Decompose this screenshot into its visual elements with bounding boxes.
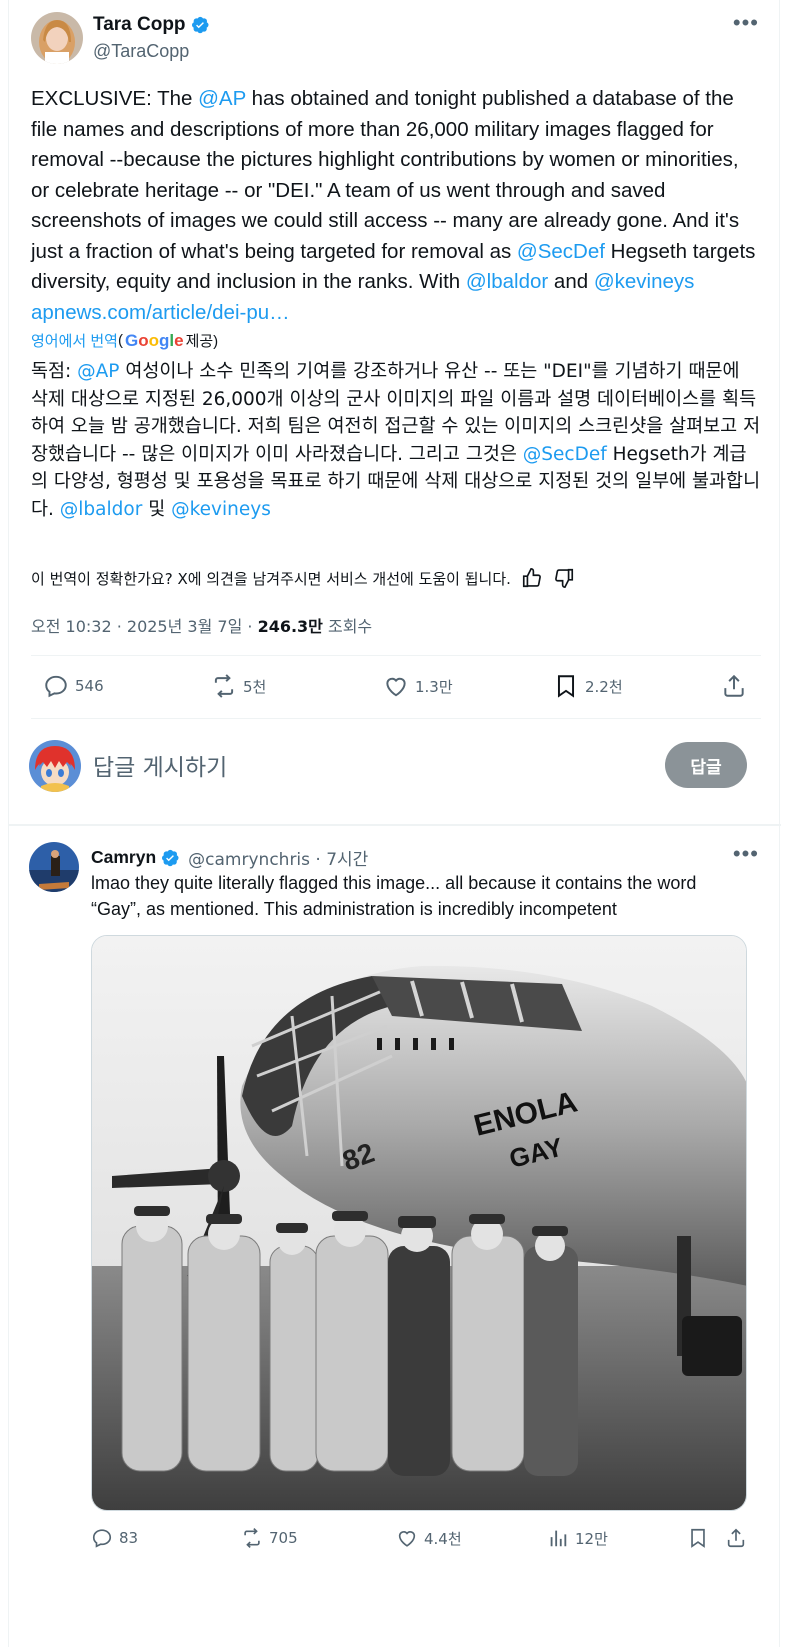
mention-link[interactable]: @SecDef bbox=[523, 444, 607, 465]
verified-badge-icon bbox=[191, 16, 209, 34]
mention-link[interactable]: @SecDef bbox=[517, 240, 605, 263]
text-segment: 및 bbox=[142, 498, 172, 520]
analytics-bar-icon bbox=[550, 1530, 567, 1547]
author-avatar[interactable] bbox=[31, 12, 83, 64]
repost-count: 5천 bbox=[243, 677, 267, 696]
verified-badge-icon bbox=[162, 849, 179, 866]
text-segment: has obtained and tonight published a dat… bbox=[31, 87, 740, 263]
divider bbox=[31, 655, 761, 656]
like-count: 1.3만 bbox=[415, 677, 453, 696]
translation-feedback: 이 번역이 정확한가요? X에 의견을 남겨주시면 서비스 개선에 도움이 됩니… bbox=[31, 567, 575, 589]
bookmark-button[interactable]: 2.2천 bbox=[553, 673, 623, 699]
mention-link[interactable]: @kevineys bbox=[171, 499, 271, 520]
text-segment: EXCLUSIVE: The bbox=[31, 87, 199, 110]
like-button[interactable]: 4.4천 bbox=[396, 1527, 462, 1549]
tweet-page: Tara Copp @TaraCopp ••• EXCLUSIVE: The @… bbox=[8, 0, 781, 1647]
bookmark-icon bbox=[691, 1528, 705, 1548]
translated-text: 독점: @AP 여성이나 소수 민족의 기여를 강조하거나 유산 -- 또는 "… bbox=[31, 358, 761, 523]
crew-group bbox=[121, 1206, 578, 1476]
reply-author-name[interactable]: Camryn bbox=[91, 847, 156, 868]
current-user-avatar[interactable] bbox=[29, 740, 81, 792]
more-options-icon[interactable]: ••• bbox=[733, 12, 759, 34]
repost-count: 705 bbox=[269, 1529, 298, 1547]
feedback-question: 이 번역이 정확한가요? X에 의견을 남겨주시면 서비스 개선에 도움이 됩니… bbox=[31, 569, 511, 588]
post-reply-button[interactable]: 답글 bbox=[665, 742, 747, 788]
reply-count: 83 bbox=[119, 1529, 139, 1547]
reply-icon bbox=[45, 675, 67, 698]
section-separator bbox=[9, 824, 781, 826]
divider bbox=[31, 718, 761, 719]
reply-author-avatar[interactable] bbox=[29, 842, 79, 892]
share-icon bbox=[724, 674, 744, 697]
like-count: 4.4천 bbox=[424, 1529, 462, 1548]
translate-provided-label: 제공) bbox=[185, 333, 219, 350]
author-handle[interactable]: @TaraCopp bbox=[93, 41, 189, 62]
mention-link[interactable]: @AP bbox=[77, 361, 119, 382]
more-options-icon[interactable]: ••• bbox=[733, 843, 759, 865]
reply-compose-input[interactable]: 답글 게시하기 bbox=[93, 748, 227, 782]
view-count: 246.3만 bbox=[257, 617, 323, 636]
reply-button[interactable]: 83 bbox=[91, 1527, 138, 1549]
view-count: 12만 bbox=[575, 1529, 608, 1548]
translate-link[interactable]: 영어에서 번역 bbox=[31, 330, 118, 351]
reply-icon bbox=[92, 1529, 112, 1548]
share-button[interactable] bbox=[721, 673, 747, 699]
reply-count: 546 bbox=[75, 677, 104, 695]
translate-paren: ( bbox=[117, 332, 123, 349]
timestamp[interactable]: 오전 10:32 · 2025년 3월 7일 · bbox=[31, 617, 258, 636]
mention-link[interactable]: @lbaldor bbox=[60, 499, 143, 520]
author-display-name[interactable]: Tara Copp bbox=[93, 14, 186, 36]
bookmark-icon bbox=[557, 675, 575, 698]
reply-author-row: Camryn @camrynchris · 7시간 bbox=[91, 845, 368, 870]
reply-button[interactable]: 546 bbox=[43, 673, 104, 699]
bookmark-button[interactable] bbox=[687, 1527, 709, 1549]
repost-button[interactable]: 705 bbox=[241, 1527, 298, 1549]
tweet-actions: 546 5천 1.3만 2.2천 bbox=[31, 673, 761, 709]
text-segment: and bbox=[548, 270, 594, 293]
mention-link[interactable]: @kevineys bbox=[594, 270, 695, 293]
enola-gay-photo: ENOLA GAY 82 bbox=[92, 936, 746, 1510]
tweet-text: EXCLUSIVE: The @AP has obtained and toni… bbox=[31, 84, 761, 328]
share-button[interactable] bbox=[725, 1527, 747, 1549]
share-icon bbox=[727, 1528, 745, 1548]
like-button[interactable]: 1.3만 bbox=[383, 673, 453, 699]
translation-attribution: 영어에서 번역 ( Google 제공) bbox=[31, 330, 218, 351]
author-name-row: Tara Copp bbox=[93, 14, 210, 36]
bookmark-count: 2.2천 bbox=[585, 677, 623, 696]
reply-text: lmao they quite literally flagged this i… bbox=[91, 873, 697, 919]
tweet-meta: 오전 10:32 · 2025년 3월 7일 · 246.3만 조회수 bbox=[31, 613, 372, 637]
reply-author-handle[interactable]: @camrynchris · 7시간 bbox=[188, 845, 368, 870]
mention-link[interactable]: apnews.com/article/dei-pu… bbox=[31, 301, 290, 324]
text-segment: 독점: bbox=[31, 361, 78, 382]
thumbs-down-icon[interactable] bbox=[553, 567, 575, 589]
reply-tweet-actions: 83 705 4.4천 12만 bbox=[91, 1527, 751, 1557]
views-label: 조회수 bbox=[322, 617, 373, 636]
google-logo: Google bbox=[124, 330, 184, 350]
views-button[interactable]: 12만 bbox=[547, 1527, 608, 1549]
repost-button[interactable]: 5천 bbox=[211, 673, 266, 699]
mention-link[interactable]: @lbaldor bbox=[466, 270, 548, 293]
mention-link[interactable]: @AP bbox=[198, 87, 246, 110]
repost-icon bbox=[214, 674, 234, 698]
repost-icon bbox=[244, 1528, 260, 1548]
heart-icon bbox=[386, 677, 406, 697]
thumbs-up-icon[interactable] bbox=[521, 567, 543, 589]
heart-icon bbox=[398, 1531, 416, 1547]
attached-photo[interactable]: ENOLA GAY 82 bbox=[91, 935, 747, 1511]
